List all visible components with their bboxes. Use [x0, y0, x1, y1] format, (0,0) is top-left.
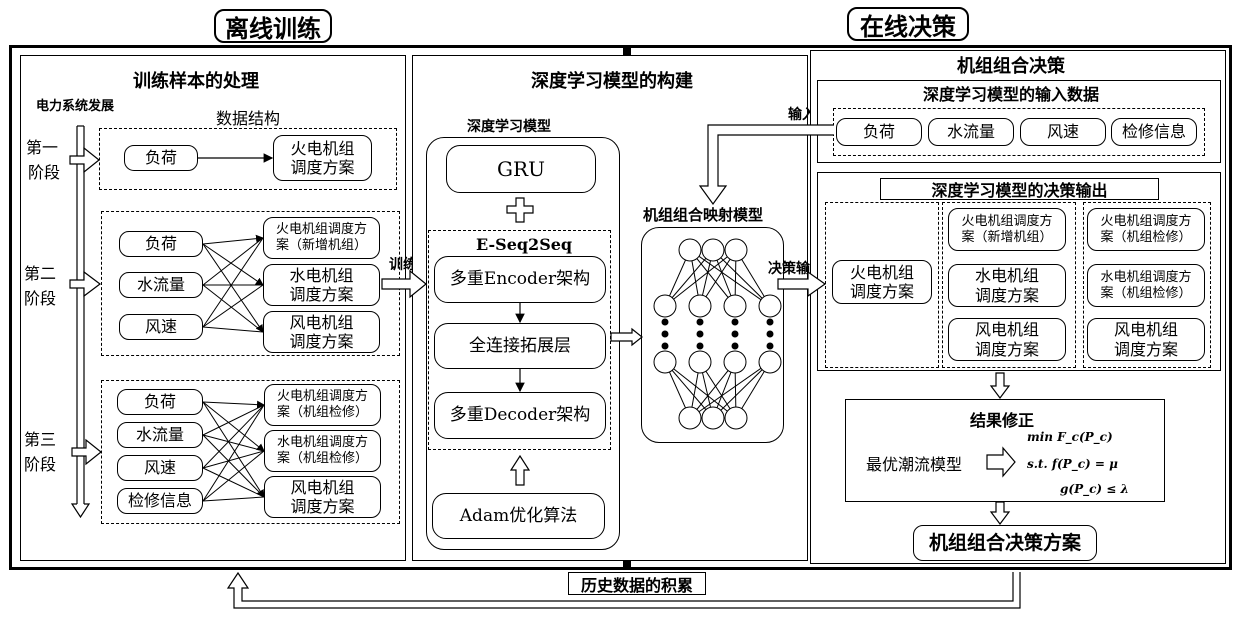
line1: 水电机组调度方: [1100, 269, 1192, 285]
input-item-wind: 风速: [1020, 118, 1106, 146]
formula-line-3: g(P_c) ≤ λ: [1060, 482, 1129, 496]
line2: 调度方案: [289, 285, 354, 304]
stage-2-output-wind: 风电机组 调度方案: [263, 311, 380, 353]
stage-1-label: 第一: [26, 138, 59, 157]
input-data-title: 深度学习模型的输入数据: [923, 85, 1100, 104]
stage-3-output-thermal-maint: 火电机组调度方 案（机组检修）: [264, 384, 381, 426]
stage-3-output-wind: 风电机组 调度方案: [264, 476, 381, 518]
online-decision-header: 在线决策: [847, 7, 969, 41]
line1: 水电机组: [289, 265, 354, 285]
final-uc-plan: 机组组合决策方案: [913, 525, 1097, 561]
decision-thermal-maint: 火电机组调度方 案（机组检修）: [1087, 208, 1205, 251]
decision-hydro: 水电机组 调度方案: [948, 264, 1066, 307]
stage-2-label: 第二: [24, 264, 57, 283]
line1: 火电机组调度方: [961, 213, 1053, 229]
eseq2seq-label: E-Seq2Seq: [476, 235, 573, 254]
decision-output-title: 深度学习模型的决策输出: [931, 181, 1108, 200]
decision-wind: 风电机组 调度方案: [948, 318, 1066, 361]
stage-1-input-load: 负荷: [124, 145, 198, 171]
encoder-block: 多重Encoder架构: [434, 256, 606, 303]
line2: 调度方案: [290, 497, 355, 516]
line2: 案（新增机组）: [961, 229, 1053, 245]
model-building-title: 深度学习模型的构建: [531, 71, 693, 92]
input-item-water: 水流量: [928, 118, 1014, 146]
timeline-label: 电力系统发展: [36, 99, 115, 114]
line1: 火电机组: [849, 262, 914, 282]
line1: 火电机组调度方: [1100, 213, 1192, 229]
formula-line-2: s.t. f(P_c) = μ: [1027, 457, 1118, 471]
dl-model-label: 深度学习模型: [467, 119, 551, 135]
stage-2-output-thermal-new: 火电机组调度方 案（新增机组）: [263, 217, 380, 259]
line2: 调度方案: [1113, 339, 1178, 359]
decision-thermal-new: 火电机组调度方 案（新增机组）: [948, 208, 1066, 251]
adam-optimizer-block: Adam优化算法: [432, 493, 605, 539]
decision-output-title-box: 深度学习模型的决策输出: [880, 178, 1159, 200]
line2: 案（机组检修）: [1100, 285, 1192, 301]
data-structure-label: 数据结构: [216, 109, 281, 128]
sample-processing-title: 训练样本的处理: [133, 71, 259, 92]
line1: 水电机组调度方: [276, 435, 368, 451]
line2: 案（新增机组）: [275, 238, 367, 253]
stage-2-input-load: 负荷: [119, 231, 203, 257]
stage-3-input-maintenance: 检修信息: [117, 488, 203, 514]
stage-2-input-wind: 风速: [119, 314, 203, 340]
decision-hydro-maint: 水电机组调度方 案（机组检修）: [1087, 264, 1205, 307]
stage-2-input-water: 水流量: [119, 272, 203, 298]
stage-1-label-2: 阶段: [28, 163, 61, 182]
stage-3-label-2: 阶段: [24, 455, 57, 474]
line1: 风电机组: [290, 477, 355, 497]
line2: 案（机组检修）: [1100, 229, 1192, 245]
stage-1-output-thermal: 火电机组 调度方案: [273, 135, 372, 181]
decoder-block: 多重Decoder架构: [434, 392, 606, 439]
line1: 水电机组: [974, 266, 1039, 286]
gru-block: GRU: [446, 145, 596, 193]
opf-model-label: 最优潮流模型: [866, 455, 963, 474]
offline-training-header: 离线训练: [214, 9, 332, 43]
stage-3-label: 第三: [24, 430, 57, 449]
history-data-label: 历史数据的积累: [580, 575, 693, 595]
stage-2-output-hydro: 水电机组 调度方案: [263, 264, 380, 306]
stage-3-input-water: 水流量: [117, 422, 203, 448]
line1: 风电机组: [1113, 320, 1178, 340]
formula-line-1: min F_c(P_c): [1027, 430, 1113, 444]
mapping-model-container: [641, 227, 784, 443]
fc-layer-block: 全连接拓展层: [434, 323, 606, 369]
stage-2-label-2: 阶段: [24, 289, 57, 308]
line1: 火电机组调度方: [275, 222, 367, 238]
line2: 案（机组检修）: [276, 405, 368, 420]
input-item-maintenance: 检修信息: [1111, 118, 1197, 146]
line2: 调度方案: [974, 285, 1039, 305]
line1: 火电机组调度方: [276, 389, 368, 405]
uc-decision-title: 机组组合决策: [957, 56, 1065, 77]
correction-title: 结果修正: [970, 411, 1035, 430]
line2: 调度方案: [289, 332, 354, 351]
stage-3-input-wind: 风速: [117, 455, 203, 481]
stage-3-output-hydro-maint: 水电机组调度方 案（机组检修）: [264, 430, 381, 472]
decision-wind-2: 风电机组 调度方案: [1087, 318, 1205, 361]
line1: 风电机组: [289, 312, 354, 332]
mapping-model-label: 机组组合映射模型: [643, 206, 764, 224]
line1: 火电机组: [290, 138, 355, 158]
decision-thermal: 火电机组 调度方案: [832, 260, 932, 304]
history-data-label-box: 历史数据的积累: [568, 572, 706, 595]
line2: 调度方案: [974, 339, 1039, 359]
line2: 调度方案: [849, 282, 914, 301]
stage-3-input-load: 负荷: [117, 389, 203, 415]
line2: 案（机组检修）: [276, 451, 368, 466]
line1: 风电机组: [974, 320, 1039, 340]
line2: 调度方案: [290, 158, 355, 177]
input-item-load: 负荷: [836, 118, 922, 146]
